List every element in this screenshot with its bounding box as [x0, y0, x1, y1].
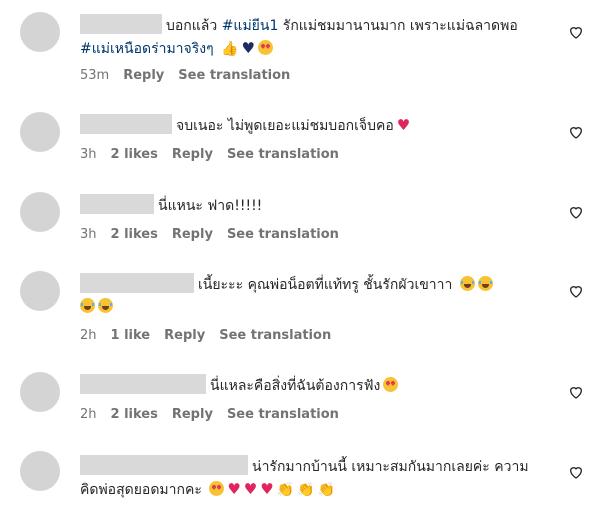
- comment-text: บอกแล้ว #แม่ยีน1 รักแม่ชมมานานมาก เพราะแ…: [80, 14, 540, 60]
- timestamp[interactable]: 3h: [80, 147, 97, 162]
- comment-meta: 2h 2 likes Reply See translation: [80, 407, 339, 422]
- username-redacted[interactable]: [80, 14, 162, 34]
- comment-text: นี่แหละคือสิ่งที่ฉันต้องการฟัง: [80, 374, 540, 397]
- comment-meta: 53m Reply See translation: [80, 68, 290, 83]
- red-heart-icon: ♥: [227, 480, 241, 498]
- laughing-tears-icon: [459, 276, 475, 291]
- red-heart-icon: ♥: [396, 116, 411, 134]
- likes-count[interactable]: 2 likes: [111, 227, 158, 242]
- navy-heart-icon: ♥: [241, 39, 255, 57]
- clap-icon: 👏: [297, 482, 315, 498]
- avatar[interactable]: [20, 112, 60, 152]
- hashtag-link[interactable]: #แม่เหนือดร่ามาจริงๆ: [80, 41, 214, 57]
- laughing-tears-icon: [477, 276, 493, 291]
- like-heart-icon[interactable]: [568, 124, 584, 140]
- avatar[interactable]: [20, 372, 60, 412]
- avatar[interactable]: [20, 12, 60, 52]
- thumbs-up-icon: 👍: [221, 41, 239, 57]
- like-heart-icon[interactable]: [568, 384, 584, 400]
- clap-icon: 👏: [317, 482, 336, 498]
- heart-eyes-icon: [257, 40, 273, 55]
- see-translation-button[interactable]: See translation: [227, 147, 339, 162]
- reply-button[interactable]: Reply: [172, 227, 213, 242]
- timestamp[interactable]: 2h: [80, 407, 97, 422]
- like-heart-icon[interactable]: [568, 204, 584, 220]
- comment-text: นี่แหนะ ฟาด!!!!!: [80, 194, 540, 217]
- username-redacted[interactable]: [80, 194, 154, 214]
- reply-button[interactable]: Reply: [172, 147, 213, 162]
- like-heart-icon[interactable]: [568, 24, 584, 40]
- likes-count[interactable]: 2 likes: [111, 407, 158, 422]
- comment-meta: 3h 2 likes Reply See translation: [80, 147, 339, 162]
- comment-text: น่ารักมากบ้านนี้ เหมาะสมกันมากเลยค่ะ ควา…: [80, 455, 540, 501]
- see-translation-button[interactable]: See translation: [178, 68, 290, 83]
- like-heart-icon[interactable]: [568, 283, 584, 299]
- see-translation-button[interactable]: See translation: [219, 328, 331, 343]
- reply-button[interactable]: Reply: [164, 328, 205, 343]
- laughing-tears-icon: [80, 298, 95, 313]
- likes-count[interactable]: 2 likes: [111, 147, 158, 162]
- heart-eyes-icon: [209, 481, 225, 496]
- username-redacted[interactable]: [80, 273, 194, 293]
- username-redacted[interactable]: [80, 455, 248, 475]
- reply-button[interactable]: Reply: [172, 407, 213, 422]
- username-redacted[interactable]: [80, 374, 206, 394]
- username-redacted[interactable]: [80, 114, 172, 134]
- reply-button[interactable]: Reply: [123, 68, 164, 83]
- clap-icon: 👏: [276, 482, 295, 498]
- laughing-tears-icon: [98, 298, 113, 313]
- avatar[interactable]: [20, 451, 60, 491]
- timestamp[interactable]: 2h: [80, 328, 97, 343]
- comment-meta: 2h 1 like Reply See translation: [80, 328, 331, 343]
- hashtag-link[interactable]: #แม่ยีน1: [222, 18, 279, 34]
- avatar[interactable]: [20, 271, 60, 311]
- avatar[interactable]: [20, 192, 60, 232]
- like-heart-icon[interactable]: [568, 464, 584, 480]
- comment-text: จบเนอะ ไม่พูดเยอะแม่ชมบอกเจ็บคอ ♥: [80, 114, 540, 137]
- comment-text: เนี้ยะะะ คุณพ่อน็อตที่แท้ทรู ชั้นรักผัวเ…: [80, 273, 540, 318]
- see-translation-button[interactable]: See translation: [227, 407, 339, 422]
- likes-count[interactable]: 1 like: [111, 328, 151, 343]
- timestamp[interactable]: 53m: [80, 68, 109, 83]
- red-heart-icon: ♥: [260, 480, 274, 498]
- timestamp[interactable]: 3h: [80, 227, 97, 242]
- heart-eyes-icon: [383, 377, 399, 392]
- red-heart-icon: ♥: [243, 480, 258, 498]
- comment-meta: 3h 2 likes Reply See translation: [80, 227, 339, 242]
- see-translation-button[interactable]: See translation: [227, 227, 339, 242]
